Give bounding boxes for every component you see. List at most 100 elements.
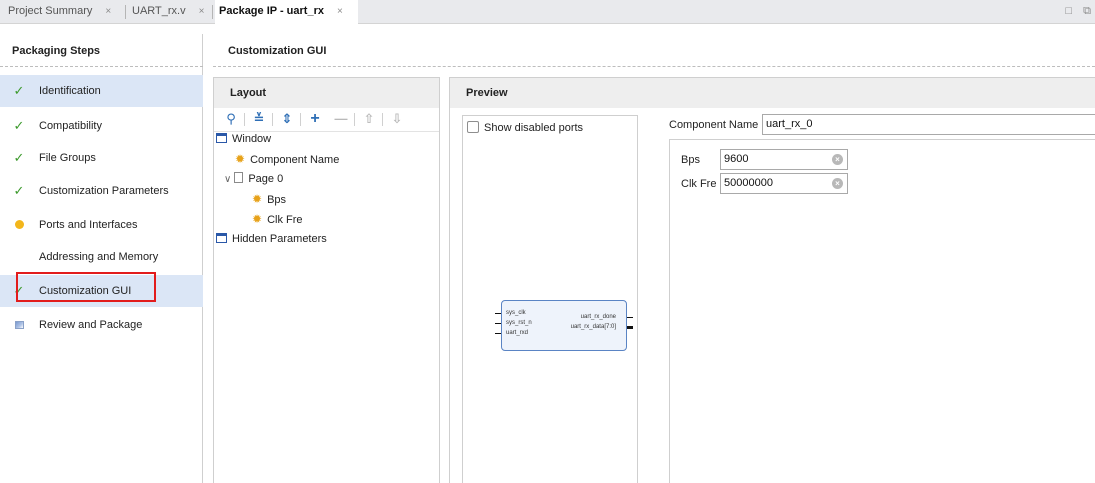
close-icon[interactable]: × bbox=[105, 1, 111, 23]
tree-item-component-name[interactable]: ✹ Component Name bbox=[235, 149, 339, 169]
toolbar-separator bbox=[382, 113, 383, 126]
step-customization-gui[interactable]: ✓ Customization GUI bbox=[0, 275, 203, 307]
preview-title: Preview bbox=[450, 78, 1095, 108]
page-0-group: Bps 9600 × Clk Fre 50000000 × bbox=[669, 139, 1095, 483]
warning-dot-icon bbox=[12, 209, 26, 241]
page-icon bbox=[234, 172, 244, 183]
step-identification[interactable]: ✓ Identification bbox=[0, 75, 203, 107]
window-icon bbox=[216, 233, 227, 243]
clk-fre-field[interactable]: 50000000 bbox=[720, 173, 848, 194]
gear-icon: ✹ bbox=[252, 192, 263, 206]
clear-icon[interactable]: × bbox=[832, 178, 843, 189]
parameters-area: Component Name uart_rx_0 Bps 9600 × Clk … bbox=[669, 114, 1095, 483]
review-icon bbox=[12, 309, 26, 341]
output-pin bbox=[627, 317, 633, 318]
preview-panel: Preview Show disabled ports sys_clk sys_… bbox=[449, 77, 1095, 483]
close-icon[interactable]: × bbox=[199, 1, 205, 23]
chevron-down-icon[interactable]: ∨ bbox=[224, 174, 231, 185]
tree-label: Window bbox=[232, 133, 272, 145]
add-icon[interactable]: + bbox=[306, 110, 324, 128]
customization-gui-title: Customization GUI bbox=[213, 34, 1095, 67]
check-icon: ✓ bbox=[13, 118, 25, 133]
move-up-icon[interactable]: ⇧ bbox=[360, 110, 378, 128]
step-review-and-package[interactable]: Review and Package bbox=[0, 309, 203, 341]
search-icon[interactable]: ⚲ bbox=[222, 110, 240, 128]
show-disabled-ports-label: Show disabled ports bbox=[484, 122, 584, 134]
step-compatibility[interactable]: ✓ Compatibility bbox=[0, 110, 203, 142]
customization-gui-panel: Customization GUI Layout ⚲ ≚ ⇕ + — ⇧ ⇩ W… bbox=[213, 34, 1095, 483]
input-pin bbox=[495, 333, 501, 334]
port-label: uart_rxd bbox=[506, 330, 529, 336]
toolbar-separator bbox=[244, 113, 245, 126]
step-label: Ports and Interfaces bbox=[39, 219, 138, 231]
check-icon: ✓ bbox=[13, 183, 25, 198]
step-label: Customization Parameters bbox=[39, 185, 169, 197]
tree-label: Component Name bbox=[250, 154, 340, 166]
input-pin bbox=[495, 323, 501, 324]
step-label: Identification bbox=[39, 85, 101, 97]
toolbar-separator bbox=[272, 113, 273, 126]
tab-separator bbox=[125, 5, 126, 19]
move-down-icon[interactable]: ⇩ bbox=[388, 110, 406, 128]
layout-title: Layout bbox=[214, 78, 439, 108]
check-icon: ✓ bbox=[13, 283, 25, 298]
tree-label: Page 0 bbox=[248, 173, 284, 185]
tree-item-bps[interactable]: ✹ Bps bbox=[252, 189, 286, 209]
show-disabled-ports-option[interactable]: Show disabled ports bbox=[467, 120, 583, 136]
tree-item-page-0[interactable]: ∨ Page 0 bbox=[224, 169, 283, 189]
check-icon: ✓ bbox=[13, 83, 25, 98]
tab-separator bbox=[212, 5, 213, 19]
gear-icon: ✹ bbox=[235, 152, 246, 166]
toolbar-separator bbox=[354, 113, 355, 126]
component-name-field[interactable]: uart_rx_0 bbox=[762, 114, 1095, 135]
step-label: Customization GUI bbox=[39, 285, 132, 297]
bps-label: Bps bbox=[681, 154, 700, 166]
tree-label: Clk Fre bbox=[267, 214, 303, 226]
step-label: Review and Package bbox=[39, 319, 143, 331]
remove-icon[interactable]: — bbox=[332, 110, 350, 128]
restore-icon[interactable]: □ bbox=[1065, 0, 1072, 22]
expand-all-icon[interactable]: ⇕ bbox=[278, 110, 296, 128]
gear-icon: ✹ bbox=[252, 212, 263, 226]
tree-label: Bps bbox=[267, 194, 287, 206]
check-icon: ✓ bbox=[13, 150, 25, 165]
clear-icon[interactable]: × bbox=[832, 154, 843, 165]
component-name-label: Component Name bbox=[669, 119, 759, 131]
output-bus-pin bbox=[627, 326, 633, 329]
close-icon[interactable]: × bbox=[337, 1, 343, 23]
port-label: uart_rx_data[7:0] bbox=[570, 324, 616, 330]
bps-field[interactable]: 9600 bbox=[720, 149, 848, 170]
tree-item-window[interactable]: Window bbox=[216, 129, 271, 149]
port-label: sys_clk bbox=[506, 310, 526, 316]
tab-label: Package IP - uart_rx bbox=[219, 5, 324, 17]
collapse-all-icon[interactable]: ≚ bbox=[250, 110, 268, 128]
show-disabled-ports-checkbox[interactable] bbox=[467, 121, 479, 133]
packaging-steps-title: Packaging Steps bbox=[0, 34, 203, 67]
packaging-steps-panel: Packaging Steps ✓ Identification ✓ Compa… bbox=[0, 34, 203, 483]
tab-uart-rx-v[interactable]: UART_rx.v × bbox=[132, 0, 205, 24]
step-label: Addressing and Memory bbox=[39, 251, 159, 263]
editor-tab-bar: Project Summary × UART_rx.v × Package IP… bbox=[0, 0, 1095, 25]
tree-item-hidden-parameters[interactable]: Hidden Parameters bbox=[216, 229, 327, 249]
window-icon bbox=[216, 133, 227, 143]
tab-package-ip[interactable]: Package IP - uart_rx × bbox=[215, 0, 358, 25]
window-controls: □ ⧉ bbox=[1057, 0, 1091, 24]
input-pin bbox=[495, 313, 501, 314]
port-label: uart_rx_done bbox=[580, 314, 616, 320]
tree-item-clk-fre[interactable]: ✹ Clk Fre bbox=[252, 209, 303, 229]
step-addressing-and-memory[interactable]: Addressing and Memory bbox=[0, 241, 203, 273]
tab-label: Project Summary bbox=[8, 5, 93, 17]
ip-symbol-area: Show disabled ports sys_clk sys_rst_n ua… bbox=[462, 115, 638, 483]
step-ports-and-interfaces[interactable]: Ports and Interfaces bbox=[0, 209, 203, 241]
step-label: Compatibility bbox=[39, 120, 102, 132]
float-window-icon[interactable]: ⧉ bbox=[1083, 0, 1091, 22]
step-customization-parameters[interactable]: ✓ Customization Parameters bbox=[0, 175, 203, 207]
port-label: sys_rst_n bbox=[506, 320, 532, 326]
tab-project-summary[interactable]: Project Summary × bbox=[8, 0, 111, 24]
toolbar-separator bbox=[300, 113, 301, 126]
tab-label: UART_rx.v bbox=[132, 5, 186, 17]
clk-fre-label: Clk Fre bbox=[681, 178, 717, 190]
tree-label: Hidden Parameters bbox=[232, 233, 327, 245]
step-file-groups[interactable]: ✓ File Groups bbox=[0, 142, 203, 174]
step-label: File Groups bbox=[39, 152, 96, 164]
